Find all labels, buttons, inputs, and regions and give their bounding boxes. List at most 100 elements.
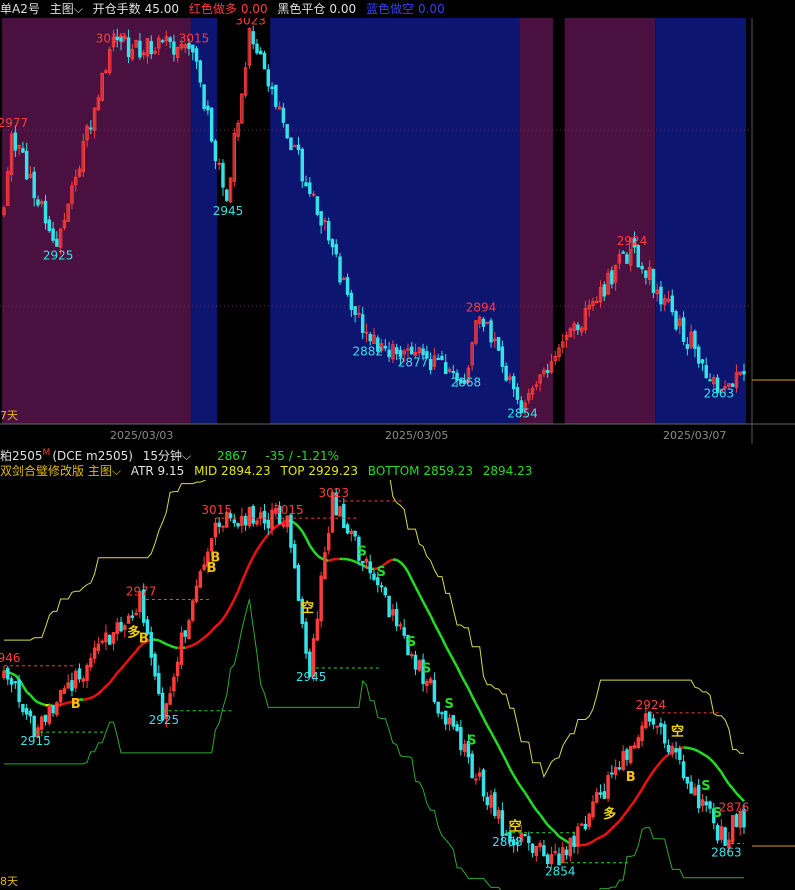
candle-body [338,256,342,283]
mid-line-segment [195,639,202,645]
mid-line-segment [418,593,425,603]
x-axis-label-3: 2025/03/07 [663,429,726,442]
symbol-name[interactable]: 粕2505 [0,449,43,463]
price-annotation: 2945 [213,204,244,218]
mid-line-segment [656,760,662,768]
candle-body [685,776,690,784]
red-long-value: 0.00 [240,2,268,16]
mid-line-segment [29,694,36,701]
candle-body [613,767,618,776]
mid-line-segment [362,564,368,569]
candle-body [591,801,595,818]
candle-body [595,792,599,803]
candle-body [21,703,25,713]
candle-body [266,519,271,529]
mid-line-segment [467,687,474,697]
price-annotation: 2882 [352,344,383,358]
price-annotation: 3015 [201,503,232,517]
candle-body [70,680,74,691]
mid-line-segment [316,554,322,560]
mid-line-segment [244,563,251,574]
candle-body [651,718,656,725]
candle-body [289,514,293,548]
mid-line-segment [14,674,21,681]
mid-line-segment [520,786,527,794]
candle-body [455,724,459,731]
mid-line-segment [108,677,115,684]
candle-body [368,561,372,574]
price-annotation: 2915 [20,734,51,748]
candle-body [410,654,414,657]
price-annotation: 2863 [704,387,735,401]
mid-line-segment [25,691,32,696]
candle-body [379,585,384,588]
price-annotation: 3015 [96,31,127,45]
mid-line-segment [625,805,632,812]
candle-body [51,228,55,241]
mid-line-segment [354,560,360,565]
candle-body [659,286,663,305]
candle-body [534,845,539,857]
mid-line-segment [218,618,224,625]
candle-body [175,661,180,677]
blue-short-label: 蓝色做空 [365,2,414,16]
chart-mode-dropdown[interactable]: 主图⌵ [50,2,83,16]
signal-marker: S [701,779,710,794]
price-annotation: 2868 [492,835,523,849]
candle-body [92,647,97,659]
mid-line-segment [86,696,92,701]
candle-body [85,664,89,681]
candle-body [32,171,36,199]
candle-body [304,182,308,187]
candle-body [459,727,463,751]
indicator-mode-dropdown[interactable]: 主图⌵ [88,464,121,478]
region-short [190,18,218,424]
candle-body [13,132,18,151]
signal-marker: B [210,550,220,565]
candle-body [77,668,82,680]
product-name[interactable]: 单A2号 [0,2,40,16]
candle-body [217,162,221,165]
candle-body [553,851,557,854]
mid-line-segment [505,760,512,770]
price-annotation: 2977 [126,584,157,598]
candle-body [681,761,686,779]
mid-line-segment [731,787,738,795]
mid-line-segment [486,724,493,733]
symbol-flag: M [42,448,51,458]
candle-body [666,744,671,753]
candle-body [436,358,440,361]
signal-marker: S [467,734,476,749]
candle-body [644,270,648,278]
candle-body [89,127,93,130]
period-dropdown[interactable]: 15分钟⌵ [143,449,191,463]
candle-body [477,772,482,777]
chevron-down-icon: ⌵ [111,464,121,478]
mid-line-segment [97,689,103,695]
indicator-name[interactable]: 双剑合璧修改版 [0,464,84,478]
mid-line-segment [463,681,470,689]
candle-body [104,632,108,643]
atr-value: ATR 9.15 [130,464,185,478]
symbol-bar: 粕2505M (DCE m2505) 15分钟⌵ 2867 -35 / -1.21… [0,444,795,463]
candle-body [440,712,444,715]
candle-body [632,745,637,749]
candle-body [198,571,203,588]
mid-line-segment [562,837,568,843]
mid-line-segment [93,692,100,698]
mid-line-segment [599,834,605,839]
candle-body [451,715,456,727]
x-axis-label-2: 2025/03/05 [385,429,448,442]
mid-line-segment [444,645,451,654]
candle-body [323,552,327,580]
candle-body [504,365,508,381]
last-price: 2867 [216,449,248,463]
mid-line-segment [698,750,704,755]
top-price-chart[interactable]: 2977 2925 3015 3015 2945 3023 2882 2877 2868 2894… [0,18,795,444]
candle-body [296,144,301,151]
mid-line-segment [607,827,613,834]
candle-body [259,512,263,519]
bottom-indicator-chart[interactable]: 2946 2915 2977 2925 3015 3015 2945 3023 2868 2854… [0,480,795,890]
mid-line-segment [233,590,240,600]
candle-body [326,532,331,551]
